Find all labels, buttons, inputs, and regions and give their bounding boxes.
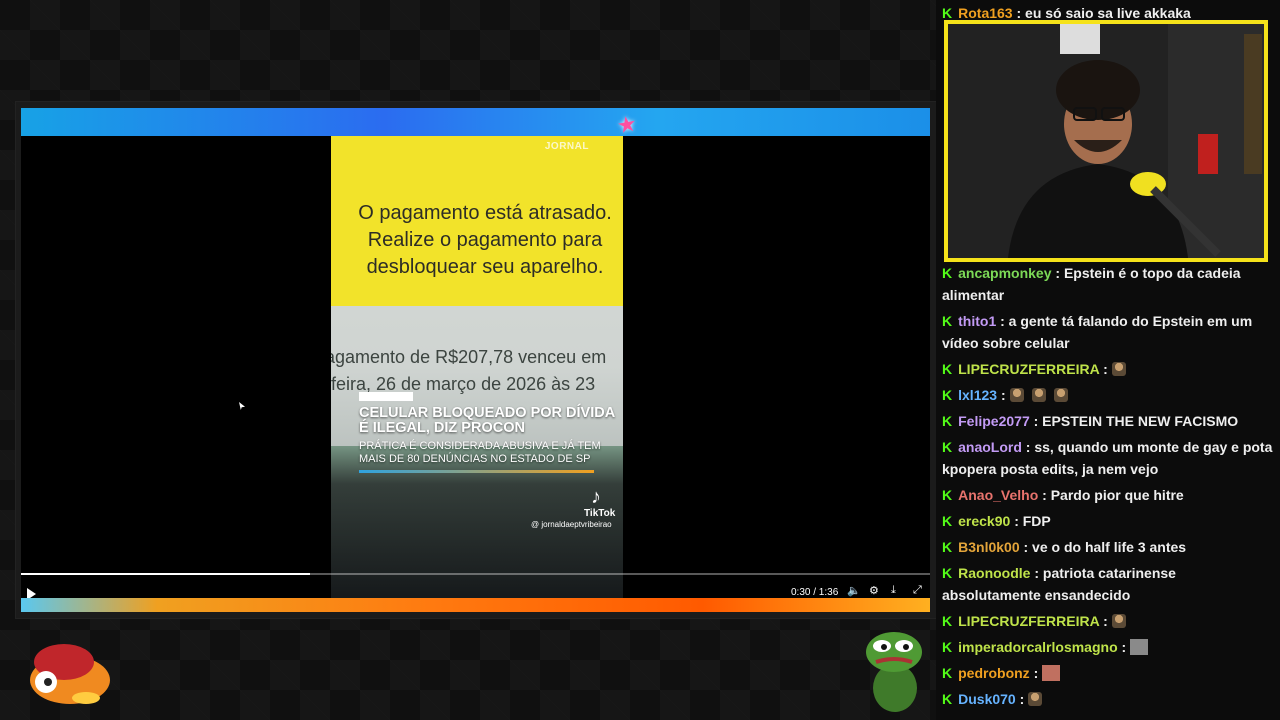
chat-username[interactable]: Rota163 xyxy=(958,5,1012,21)
chat-message: K Dusk070 : xyxy=(942,688,1274,710)
webcam-frame xyxy=(944,20,1268,262)
chat-message: K Felipe2077 : EPSTEIN THE NEW FACISMO xyxy=(942,410,1274,432)
kick-badge-icon: K xyxy=(942,361,953,377)
chat-username[interactable]: Felipe2077 xyxy=(958,413,1030,429)
chat-username[interactable]: Raonoodle xyxy=(958,565,1030,581)
chat-message: Kereck90 : FDP xyxy=(942,510,1274,532)
chat-panel[interactable]: K Rota163 : eu só saio sa live akkaka Kan… xyxy=(936,0,1280,720)
chat-username[interactable]: anaoLord xyxy=(958,439,1022,455)
kick-badge-icon: K xyxy=(942,565,953,581)
tiktok-handle: @ jornaldaeptvribeirao xyxy=(531,520,612,529)
chat-message: KanaoLord : ss, quando um monte de gay e… xyxy=(942,436,1274,480)
chat-message: K B3nl0k00 : ve o do half life 3 antes xyxy=(942,536,1274,558)
chat-username[interactable]: lxl123 xyxy=(958,387,997,403)
pip-icon[interactable]: ⤓ xyxy=(891,584,896,597)
kick-badge-icon: K xyxy=(942,539,953,555)
chat-text: : FDP xyxy=(1014,513,1051,529)
tiktok-icon: ♪ xyxy=(591,486,601,508)
chat-username[interactable]: ancapmonkey xyxy=(958,265,1051,281)
kick-badge-icon: K xyxy=(942,313,953,329)
emote-icon xyxy=(1031,388,1046,402)
chat-text: : xyxy=(1000,387,1006,403)
chat-text: : xyxy=(1121,639,1127,655)
chat-text: : xyxy=(1019,691,1025,707)
chat-message: Kthito1 : a gente tá falando do Epstein … xyxy=(942,310,1274,354)
mascot-sticker xyxy=(30,644,110,704)
chat-message: K LIPECRUZFERREIRA : xyxy=(942,358,1274,380)
chat-text: : ve o do half life 3 antes xyxy=(1023,539,1187,555)
chat-message: Kancapmonkey : Epstein é o topo da cadei… xyxy=(942,262,1274,306)
kick-badge-icon: K xyxy=(942,487,953,503)
chat-username[interactable]: Dusk070 xyxy=(958,691,1016,707)
emote-icon xyxy=(1028,692,1043,706)
news-headline: Celular bloqueado por dívida é ilegal, d… xyxy=(359,405,615,436)
watermark: JORNAL xyxy=(544,141,589,152)
video-area[interactable]: JORNAL O pagamento está atrasado. Realiz… xyxy=(21,136,930,600)
news-subheadline: Prática é considerada abusiva e já tem m… xyxy=(359,440,601,465)
phone-due-text: agamento de R$207,78 venceu em -feira, 2… xyxy=(331,344,623,398)
chat-username[interactable]: B3nl0k00 xyxy=(958,539,1019,555)
gear-icon[interactable]: ⚙ xyxy=(869,584,879,597)
emote-icon xyxy=(1130,639,1149,655)
emote-icon xyxy=(1009,388,1024,402)
chat-username[interactable]: ereck90 xyxy=(958,513,1010,529)
volume-icon[interactable]: 🔈 xyxy=(847,584,861,597)
kick-badge-icon: K xyxy=(942,265,953,281)
chat-text: : eu só saio sa live akkaka xyxy=(1016,5,1191,21)
emote-icon xyxy=(1111,362,1126,376)
chat-username[interactable]: imperadorcalrlosmagno xyxy=(958,639,1118,655)
chat-text: : xyxy=(1103,613,1108,629)
chat-message: Kimperadorcalrlosmagno : xyxy=(942,636,1274,658)
chat-message: K Raonoodle : patriota catarinense absolu… xyxy=(942,562,1274,606)
emote-icon xyxy=(1053,388,1068,402)
emote-icon xyxy=(1111,614,1126,628)
progress-fill xyxy=(21,573,311,575)
overlay-bottom-banner xyxy=(21,598,930,612)
chat-text: : xyxy=(1103,361,1108,377)
chat-username[interactable]: LIPECRUZFERREIRA xyxy=(958,361,1099,377)
chat-text: : Pardo pior que hitre xyxy=(1042,487,1184,503)
tiktok-brand: TikTok xyxy=(584,508,616,519)
kick-badge-icon: K xyxy=(942,513,953,529)
kick-badge-icon: K xyxy=(942,691,953,707)
kick-badge-icon: K xyxy=(942,665,953,681)
chat-username[interactable]: Anao_Velho xyxy=(958,487,1038,503)
video-clip: JORNAL O pagamento está atrasado. Realiz… xyxy=(331,136,623,598)
video-player[interactable]: ★ JORNAL O pagamento está atrasado. Real… xyxy=(16,102,936,618)
chat-username[interactable]: LIPECRUZFERREIRA xyxy=(958,613,1099,629)
mouse-cursor-icon xyxy=(239,402,245,410)
chat-username[interactable]: pedrobonz xyxy=(958,665,1030,681)
time-display: 0:30 / 1:36 xyxy=(791,587,839,598)
fullscreen-icon[interactable]: ⤢ xyxy=(913,584,922,597)
chat-text: : EPSTEIN THE NEW FACISMO xyxy=(1033,413,1239,429)
kick-badge-icon: K xyxy=(942,439,953,455)
chat-message: K Anao_Velho : Pardo pior que hitre xyxy=(942,484,1274,506)
lower-third-underline xyxy=(359,470,594,473)
progress-bar[interactable] xyxy=(21,573,930,575)
overlay-top-banner: ★ xyxy=(21,108,930,139)
chat-message: Kpedrobonz : xyxy=(942,662,1274,684)
kick-badge-icon: K xyxy=(942,5,953,21)
chat-text: : xyxy=(1033,665,1039,681)
emote-icon xyxy=(1042,665,1061,681)
kick-badge-icon: K xyxy=(942,387,953,403)
pepe-sticker xyxy=(866,632,922,712)
lower-third-tag xyxy=(359,392,413,401)
chat-message: K LIPECRUZFERREIRA : xyxy=(942,610,1274,632)
webcam-feed xyxy=(948,24,1264,258)
phone-message: O pagamento está atrasado. Realize o pag… xyxy=(358,202,612,278)
kick-badge-icon: K xyxy=(942,413,953,429)
chat-message: Klxl123 : xyxy=(942,384,1274,406)
kick-badge-icon: K xyxy=(942,639,953,655)
chat-username[interactable]: thito1 xyxy=(958,313,996,329)
kick-badge-icon: K xyxy=(942,613,953,629)
due-line-1: agamento de R$207,78 venceu em xyxy=(331,347,607,367)
